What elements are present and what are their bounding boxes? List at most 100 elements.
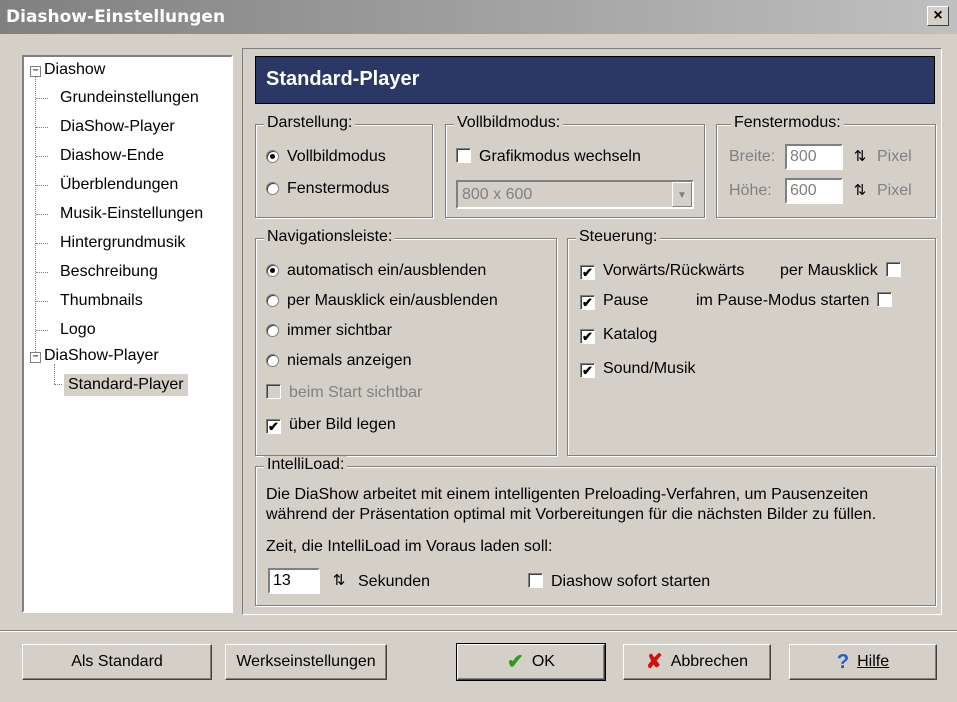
vollbild-label: Vollbildmodus: [454,114,564,132]
checkbox-pause-start[interactable]: im Pause-Modus starten [696,291,893,311]
checkbox-grafikmodus[interactable]: Grafikmodus wechseln [456,147,641,167]
cancel-button[interactable]: ✘ Abbrechen [623,644,771,680]
darstellung-group: Darstellung: Vollbildmodus Fenstermodus [255,114,433,218]
checkbox-label: Diashow sofort starten [551,573,711,590]
radio-selected-icon[interactable] [266,150,279,163]
radio-icon[interactable] [266,294,279,307]
as-standard-button[interactable]: Als Standard [22,644,212,680]
breite-label: Breite: [729,148,776,165]
tree-node-child[interactable]: Thumbnails [60,290,143,312]
collapse-icon[interactable]: − [30,66,41,77]
tree-line [35,77,36,356]
radio-nav-never[interactable]: niemals anzeigen [266,351,412,371]
spin-icon[interactable]: ⇅ [849,145,871,169]
radio-icon[interactable] [266,182,279,195]
breite-input[interactable]: 800 [785,144,843,170]
factory-settings-button[interactable]: Werkseinstellungen [225,644,387,680]
tree-node-child[interactable]: Grundeinstellungen [60,87,199,109]
checkbox-sound[interactable]: ✔ Sound/Musik [580,359,696,379]
tree-line [36,185,48,186]
checkbox-start-now[interactable]: Diashow sofort starten [528,572,710,592]
checkbox-label: Vorwärts/Rückwärts [603,262,745,279]
navigation-label: Navigationsleiste: [264,228,396,246]
tree-line [36,98,48,99]
checkbox-over-image[interactable]: ✔ über Bild legen [266,415,396,435]
settings-tree[interactable]: − Diashow − DiaShow-Player Standard-Play… [22,55,233,613]
checkbox-checked-icon[interactable]: ✔ [580,295,595,310]
help-button[interactable]: ? Hilfe [789,644,937,680]
seconds-unit: Sekunden [358,573,431,590]
panel-header: Standard-Player [255,56,935,104]
checkbox-pause[interactable]: ✔ Pause [580,291,648,311]
radio-label: Vollbildmodus [287,148,386,165]
checkbox-label: Katalog [603,326,658,343]
seconds-input[interactable]: 13 [268,568,320,594]
checkbox-label: im Pause-Modus starten [696,292,870,309]
tree-line [36,243,48,244]
navigation-group: Navigationsleiste: automatisch ein/ausbl… [255,228,557,456]
radio-nav-always[interactable]: immer sichtbar [266,321,392,341]
checkbox-icon[interactable] [877,292,893,307]
tree-line [36,214,48,215]
checkbox-label: Pause [603,292,649,309]
tree-node-child[interactable]: Diashow-Ende [60,145,164,167]
checkbox-checked-icon[interactable]: ✔ [580,265,595,280]
chevron-down-icon[interactable]: ▼ [672,182,692,207]
vollbild-group: Vollbildmodus: Grafikmodus wechseln 800 … [445,114,705,218]
checkbox-icon[interactable] [885,262,901,277]
tree-node-diashow[interactable]: Diashow [44,59,105,81]
tree-line [54,364,55,384]
tree-node-child[interactable]: Logo [60,319,96,341]
tree-line [36,156,48,157]
checkbox-label: über Bild legen [289,416,396,433]
checkbox-vorwaerts[interactable]: ✔ Vorwärts/Rückwärts [580,261,744,281]
ok-label: OK [531,653,555,670]
intelliload-desc-line2: während der Präsentation optimal mit Vor… [266,506,877,523]
radio-nav-auto[interactable]: automatisch ein/ausblenden [266,261,486,281]
spin-icon[interactable]: ⇅ [328,569,350,593]
checkbox-icon[interactable] [266,384,281,399]
tree-line [36,272,48,273]
resolution-value: 800 x 600 [462,186,533,203]
tree-node-diashow-player[interactable]: DiaShow-Player [44,345,159,367]
radio-fenstermodus[interactable]: Fenstermodus [266,179,389,199]
checkbox-mausklick[interactable]: per Mausklick [780,261,901,281]
checkbox-katalog[interactable]: ✔ Katalog [580,325,657,345]
radio-icon[interactable] [266,354,279,367]
close-button[interactable]: × [927,6,949,26]
resolution-select[interactable]: 800 x 600 ▼ [456,180,694,209]
tree-node-child[interactable]: Musik-Einstellungen [60,203,203,225]
spin-icon[interactable]: ⇅ [849,179,871,203]
checkbox-checked-icon[interactable]: ✔ [266,419,281,434]
darstellung-label: Darstellung: [264,114,356,132]
tree-node-child[interactable]: Hintergrundmusik [60,232,185,254]
help-label: Hilfe [857,653,890,670]
hoehe-input[interactable]: 600 [785,178,843,204]
close-icon: × [933,7,943,24]
checkbox-icon[interactable] [456,148,471,163]
radio-icon[interactable] [266,324,279,337]
tree-node-standard-player[interactable]: Standard-Player [64,374,188,396]
steuerung-group: Steuerung: ✔ Vorwärts/Rückwärts per Mausk… [567,228,936,456]
radio-selected-icon[interactable] [266,264,279,277]
checkbox-icon[interactable] [528,573,543,588]
tree-line [36,127,48,128]
checkbox-label: Sound/Musik [603,360,696,377]
checkbox-start-visible[interactable]: beim Start sichtbar [266,383,422,403]
tree-line [36,330,48,331]
checkbox-checked-icon[interactable]: ✔ [580,363,595,378]
radio-label: Fenstermodus [287,180,390,197]
radio-nav-click[interactable]: per Mausklick ein/ausblenden [266,291,498,311]
checkbox-checked-icon[interactable]: ✔ [580,329,595,344]
tree-node-child[interactable]: Beschreibung [60,261,158,283]
tree-line [36,301,48,302]
collapse-icon[interactable]: − [30,352,41,363]
tree-node-child[interactable]: DiaShow-Player [60,116,175,138]
radio-vollbildmodus[interactable]: Vollbildmodus [266,147,386,167]
intelliload-label: IntelliLoad: [264,456,348,474]
intelliload-group: IntelliLoad: Die DiaShow arbeitet mit ei… [255,456,936,606]
cancel-label: Abbrechen [670,653,749,670]
radio-label: niemals anzeigen [287,352,412,369]
tree-node-child[interactable]: Überblendungen [60,174,178,196]
ok-button[interactable]: ✔ OK [456,643,606,681]
